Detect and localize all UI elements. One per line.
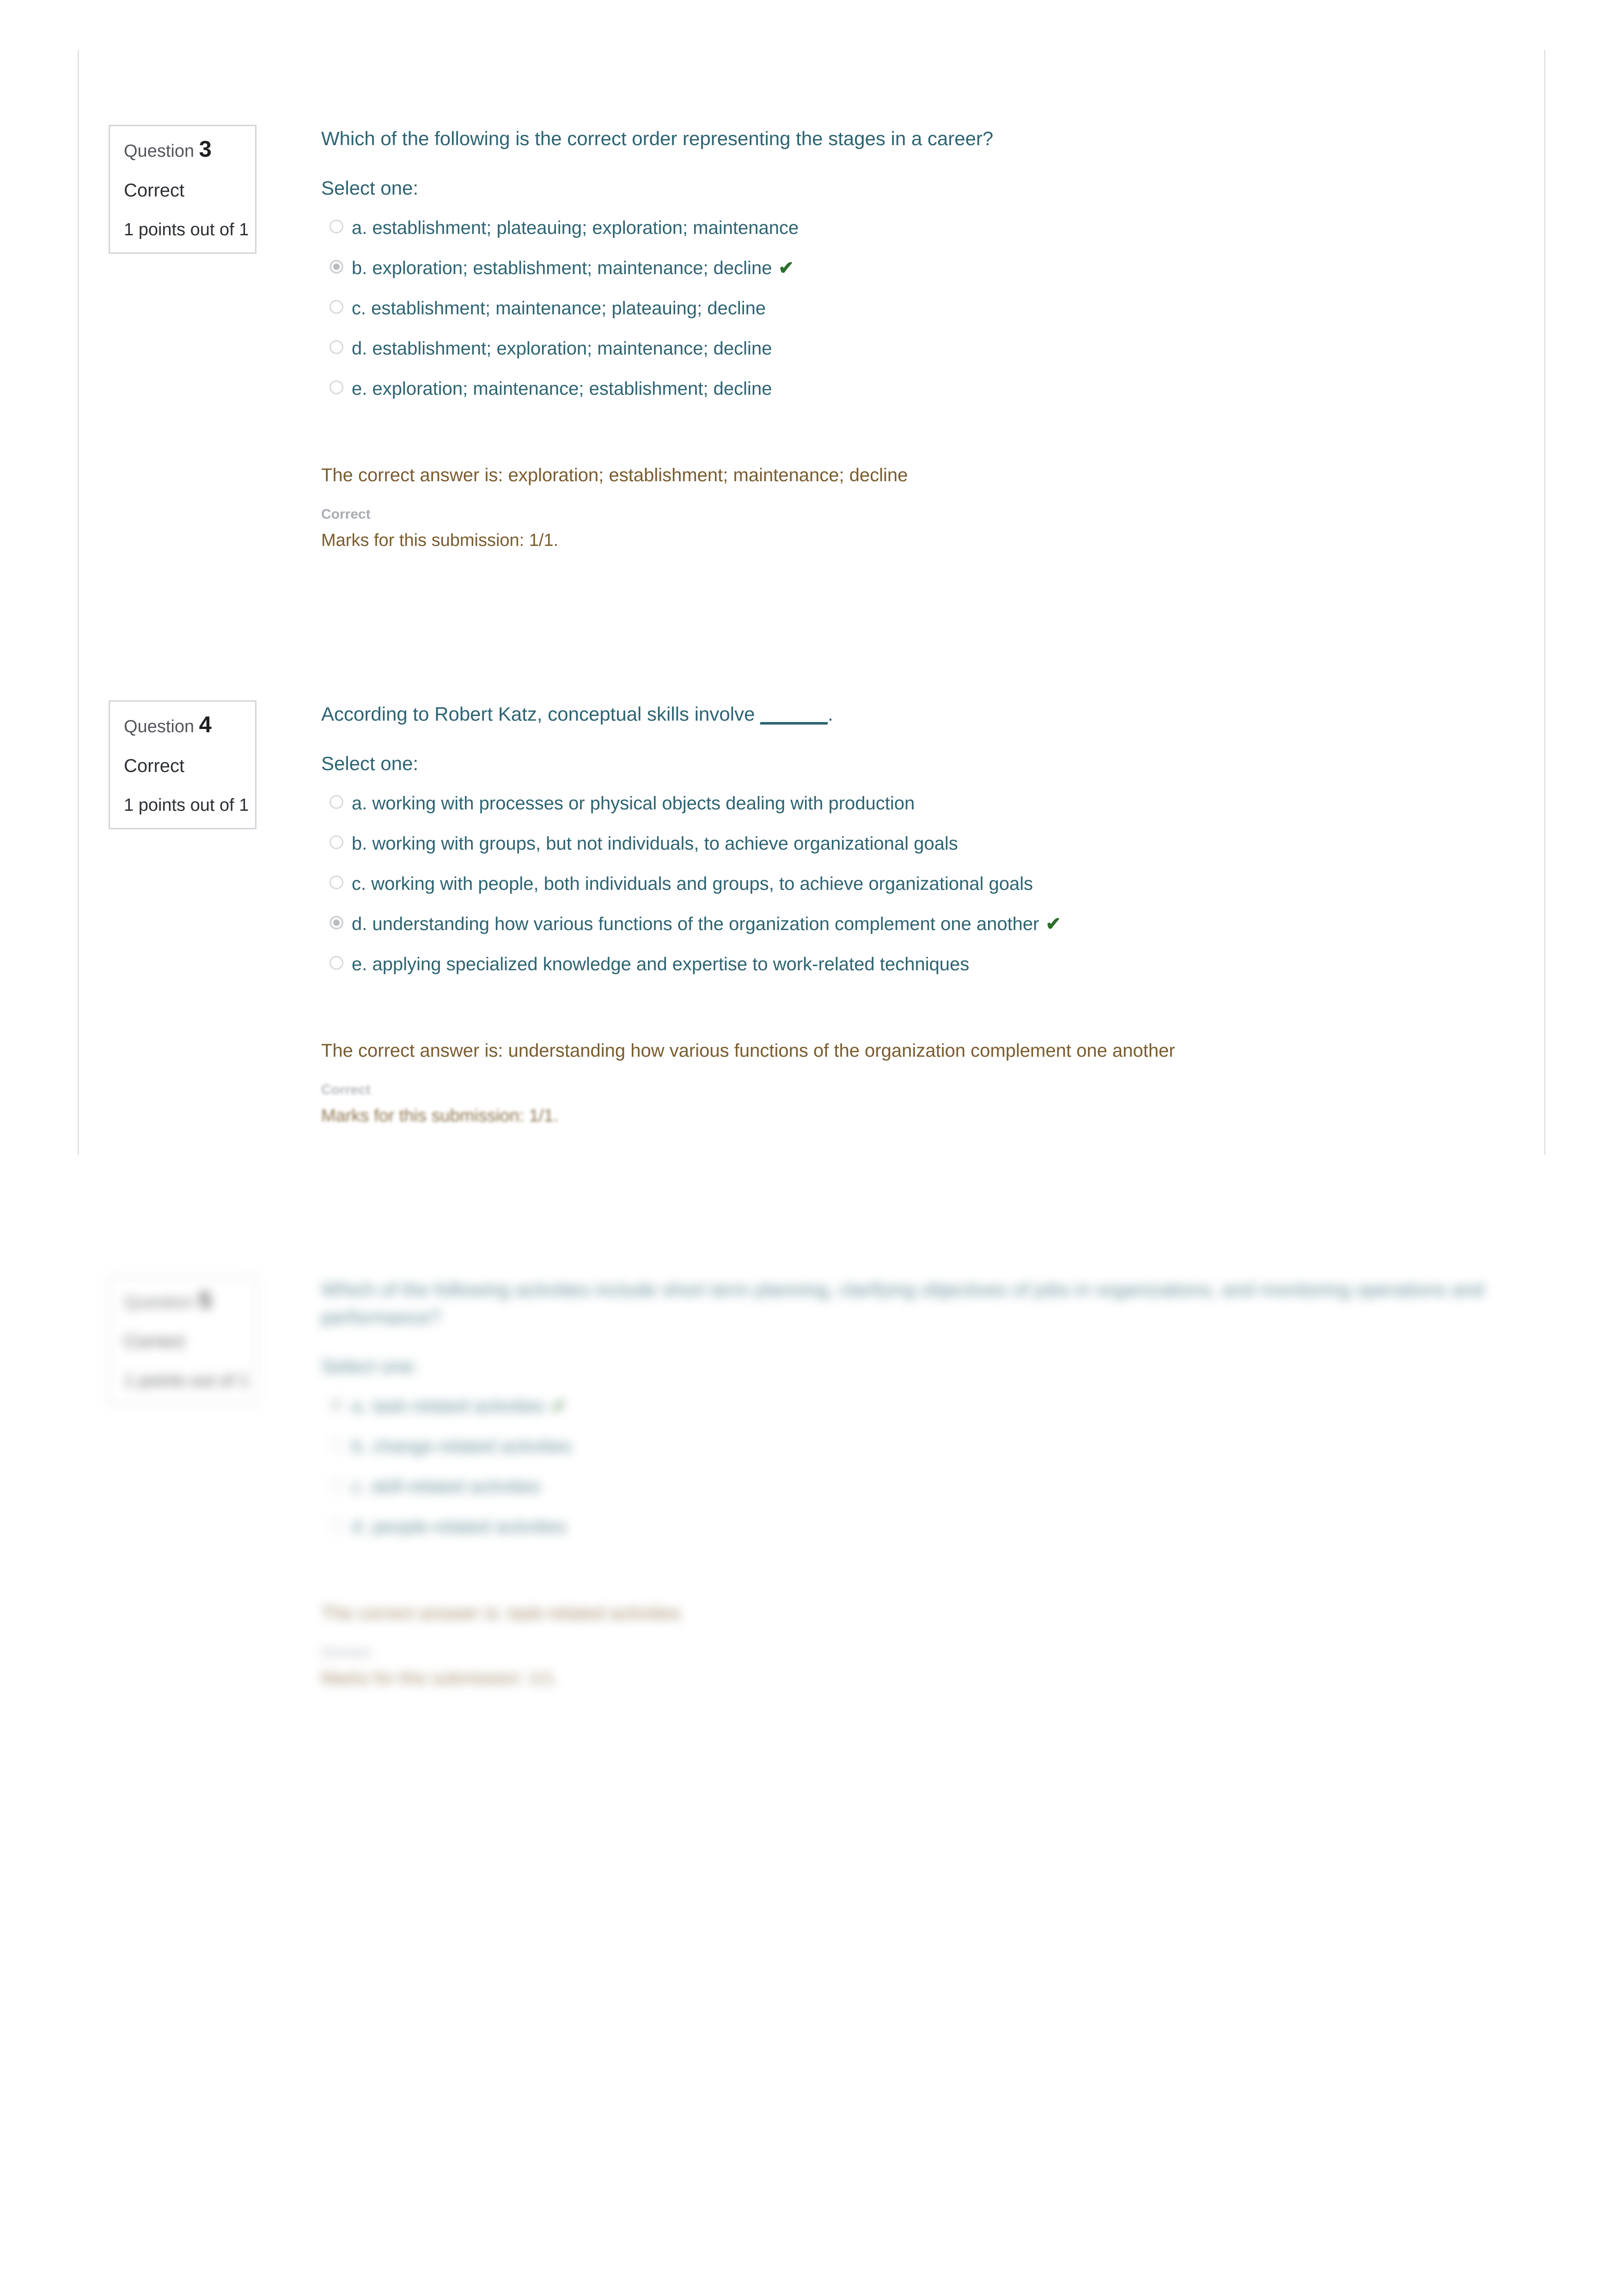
question-number-4: 4 bbox=[199, 712, 212, 737]
answer-label-5a: a. task-related activities bbox=[352, 1396, 545, 1417]
question-grade-5: 1 points out of 1 bbox=[124, 1371, 249, 1390]
answer-label-5c: c. skill-related activities bbox=[352, 1476, 541, 1497]
answer-list-3: a. establishment; plateauing; exploratio… bbox=[321, 216, 1569, 402]
feedback-correct-answer-4: The correct answer is: understanding how… bbox=[321, 1040, 1175, 1061]
answer-option-3d[interactable]: d. establishment; exploration; maintenan… bbox=[321, 337, 1569, 362]
question-number-5: 5 bbox=[199, 1288, 212, 1313]
feedback-5: The correct answer is: task-related acti… bbox=[321, 1601, 1569, 1687]
question-state-5: Correct bbox=[124, 1331, 185, 1352]
feedback-marks-3: Marks for this submission: 1/1. bbox=[321, 530, 559, 550]
answer-option-3a[interactable]: a. establishment; plateauing; exploratio… bbox=[321, 216, 1569, 241]
answer-option-4b[interactable]: b. working with groups, but not individu… bbox=[321, 832, 1569, 857]
answer-label-4c: c. working with people, both individuals… bbox=[352, 873, 1033, 894]
answer-option-4c[interactable]: c. working with people, both individuals… bbox=[321, 872, 1569, 897]
feedback-4-blurred-tail: Correct Marks for this submission: 1/1. bbox=[321, 1083, 1569, 1125]
radio-3d[interactable] bbox=[329, 340, 343, 354]
answer-option-5a[interactable]: a. task-related activities ✔ bbox=[321, 1395, 1569, 1420]
answer-label-3a: a. establishment; plateauing; exploratio… bbox=[352, 217, 799, 238]
question-state-3: Correct bbox=[124, 180, 185, 201]
feedback-marks-4: Marks for this submission: 1/1. bbox=[321, 1106, 559, 1126]
correct-check-icon-4d: ✔ bbox=[1045, 913, 1062, 934]
page-left-border bbox=[78, 50, 79, 1155]
question-state-4: Correct bbox=[124, 756, 185, 776]
question-info-box-5: Question 5 Correct 1 points out of 1 bbox=[109, 1276, 256, 1405]
radio-4b[interactable] bbox=[329, 835, 343, 849]
feedback-state-3: Correct bbox=[321, 506, 371, 522]
question-blank-4: ______ bbox=[760, 703, 828, 725]
radio-5d[interactable] bbox=[329, 1518, 343, 1533]
answer-label-5d: d. people-related activities bbox=[352, 1517, 567, 1537]
radio-5b[interactable] bbox=[329, 1438, 343, 1452]
question-grade-4: 1 points out of 1 bbox=[124, 796, 249, 815]
radio-4e[interactable] bbox=[329, 955, 343, 970]
question-number-line-5: Question 5 bbox=[124, 1289, 243, 1312]
radio-5c[interactable] bbox=[329, 1478, 343, 1493]
answer-option-5c[interactable]: c. skill-related activities bbox=[321, 1475, 1569, 1500]
answer-label-5b: b. change-related activities bbox=[352, 1436, 572, 1457]
answer-list-5: a. task-related activities ✔ b. change-re… bbox=[321, 1395, 1569, 1540]
radio-3b[interactable] bbox=[329, 259, 343, 274]
question-number-3: 3 bbox=[199, 137, 212, 162]
question-text-3: Which of the following is the correct or… bbox=[321, 128, 994, 149]
feedback-4: The correct answer is: understanding how… bbox=[321, 1039, 1569, 1125]
question-number-line-4: Question 4 bbox=[124, 714, 243, 736]
feedback-correct-answer-5: The correct answer is: task-related acti… bbox=[321, 1603, 681, 1624]
answer-option-3b[interactable]: b. exploration; establishment; maintenan… bbox=[321, 257, 1569, 282]
question-info-box-3: Question 3 Correct 1 points out of 1 bbox=[109, 125, 256, 254]
answer-label-3c: c. establishment; maintenance; plateauin… bbox=[352, 298, 766, 318]
answer-label-3b: b. exploration; establishment; maintenan… bbox=[352, 257, 772, 278]
answer-label-3e: e. exploration; maintenance; establishme… bbox=[352, 378, 772, 399]
radio-3c[interactable] bbox=[329, 300, 343, 314]
feedback-marks-5: Marks for this submission: 1/1. bbox=[321, 1669, 559, 1689]
answer-label-4b: b. working with groups, but not individu… bbox=[352, 833, 958, 854]
question-label-5: Question bbox=[124, 1292, 195, 1312]
answer-label-4d: d. understanding how various functions o… bbox=[352, 913, 1039, 934]
radio-3e[interactable] bbox=[329, 380, 343, 394]
select-one-label-3: Select one: bbox=[321, 177, 419, 199]
answer-label-3d: d. establishment; exploration; maintenan… bbox=[352, 338, 772, 359]
radio-4d[interactable] bbox=[329, 915, 343, 930]
question-content-4: According to Robert Katz, conceptual ski… bbox=[321, 700, 1569, 1125]
select-one-label-4: Select one: bbox=[321, 752, 419, 774]
radio-3a[interactable] bbox=[329, 219, 343, 233]
question-label-3: Question bbox=[124, 141, 195, 161]
question-info-box-4: Question 4 Correct 1 points out of 1 bbox=[109, 700, 256, 829]
answer-option-3e[interactable]: e. exploration; maintenance; establishme… bbox=[321, 377, 1569, 402]
radio-5a[interactable] bbox=[329, 1398, 343, 1412]
feedback-state-5: Correct bbox=[321, 1645, 371, 1660]
feedback-3: The correct answer is: exploration; esta… bbox=[321, 463, 1569, 549]
question-content-5: Which of the following activities includ… bbox=[321, 1276, 1569, 1687]
answer-option-3c[interactable]: c. establishment; maintenance; plateauin… bbox=[321, 297, 1569, 322]
feedback-state-4: Correct bbox=[321, 1082, 371, 1097]
quiz-review-page: Question 3 Correct 1 points out of 1 Whi… bbox=[0, 0, 1623, 2296]
question-text-5: Which of the following activities includ… bbox=[321, 1279, 1484, 1328]
radio-4c[interactable] bbox=[329, 875, 343, 889]
question-text-4-before: According to Robert Katz, conceptual ski… bbox=[321, 703, 761, 725]
correct-check-icon-5a: ✔ bbox=[551, 1396, 567, 1417]
answer-option-4d[interactable]: d. understanding how various functions o… bbox=[321, 912, 1569, 937]
question-number-line-3: Question 3 bbox=[124, 138, 243, 161]
radio-4a[interactable] bbox=[329, 795, 343, 809]
answer-label-4a: a. working with processes or physical ob… bbox=[352, 793, 915, 814]
answer-option-4e[interactable]: e. applying specialized knowledge and ex… bbox=[321, 953, 1569, 978]
question-label-4: Question bbox=[124, 717, 195, 736]
answer-option-5b[interactable]: b. change-related activities bbox=[321, 1435, 1569, 1460]
correct-check-icon-3b: ✔ bbox=[778, 257, 794, 278]
feedback-correct-answer-3: The correct answer is: exploration; esta… bbox=[321, 465, 908, 485]
select-one-label-5: Select one: bbox=[321, 1355, 419, 1378]
question-text-4-after: . bbox=[828, 703, 833, 725]
answer-option-4a[interactable]: a. working with processes or physical ob… bbox=[321, 792, 1569, 817]
answer-option-5d[interactable]: d. people-related activities bbox=[321, 1515, 1569, 1540]
question-grade-3: 1 points out of 1 bbox=[124, 220, 249, 239]
answer-label-4e: e. applying specialized knowledge and ex… bbox=[352, 954, 970, 974]
question-text-4: According to Robert Katz, conceptual ski… bbox=[321, 700, 1569, 728]
answer-list-4: a. working with processes or physical ob… bbox=[321, 792, 1569, 978]
question-content-3: Which of the following is the correct or… bbox=[321, 125, 1569, 549]
